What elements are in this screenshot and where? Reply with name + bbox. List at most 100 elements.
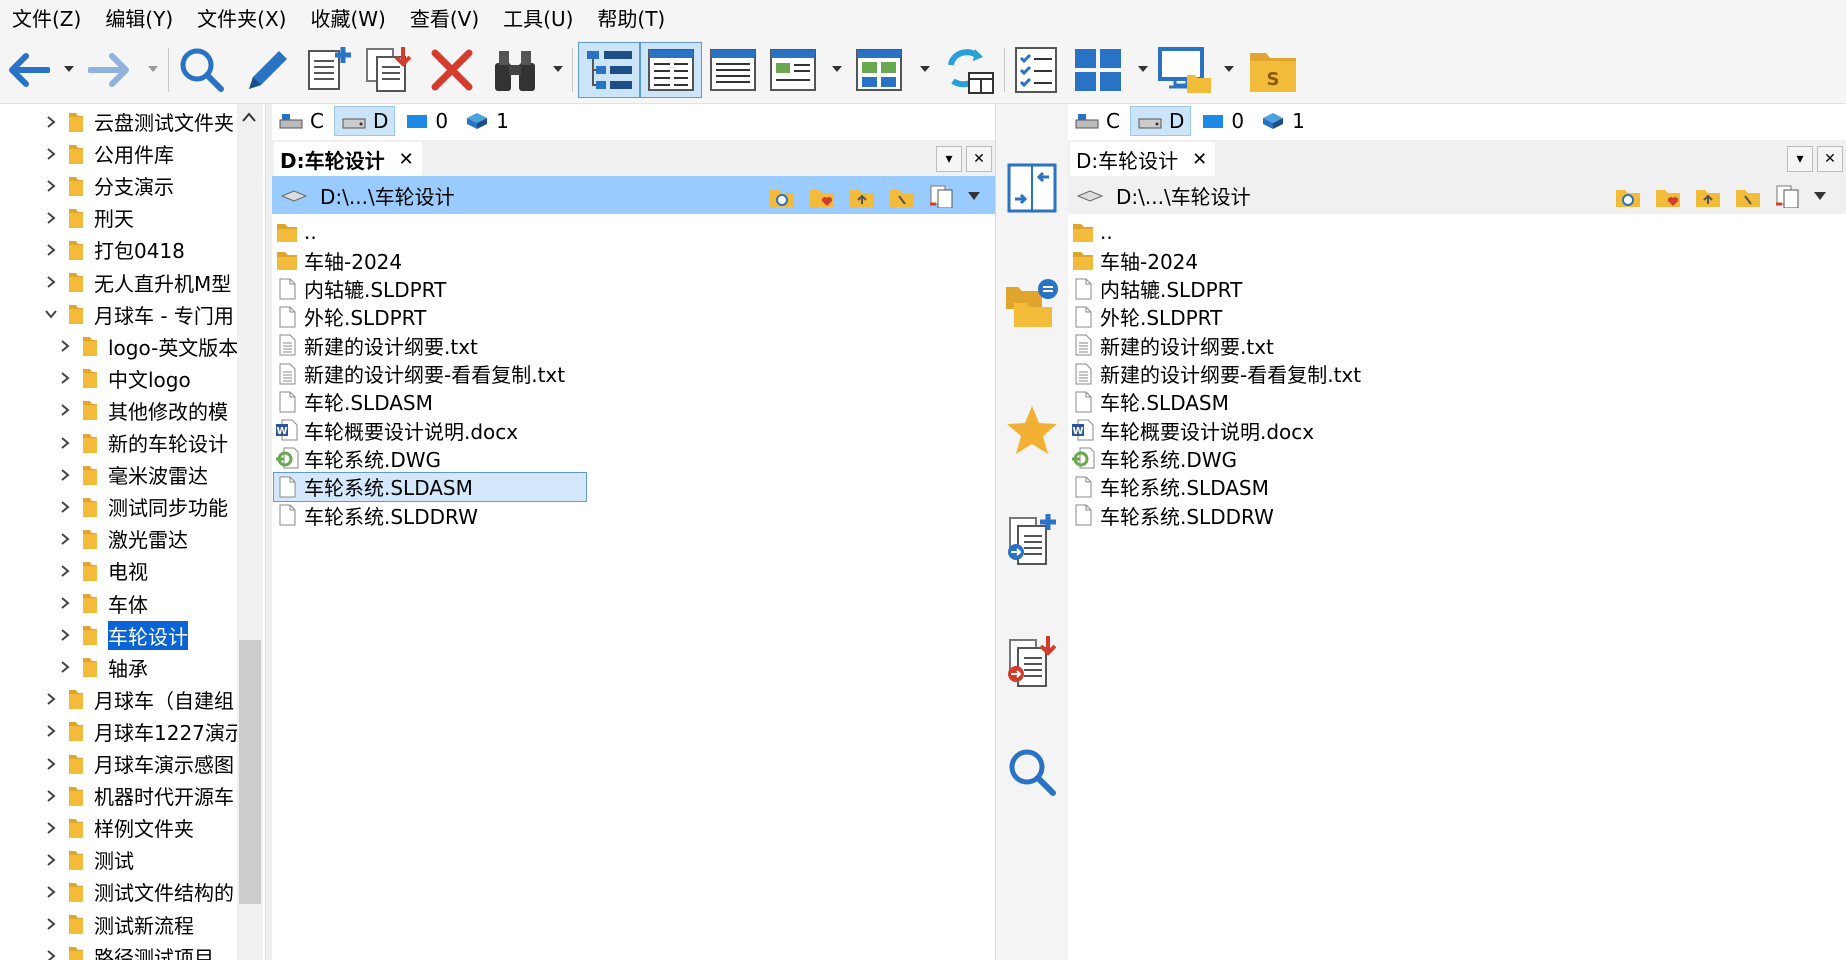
file-row[interactable]: 车轴-2024 <box>1070 246 1198 274</box>
tree-item[interactable]: 测试 <box>44 844 134 875</box>
tab-list-button[interactable]: ▾ <box>936 146 962 172</box>
view-dropdown[interactable] <box>830 62 844 76</box>
back-button[interactable] <box>2 42 52 98</box>
chevron-right-icon[interactable] <box>44 789 58 802</box>
chevron-right-icon[interactable] <box>58 629 72 641</box>
file-row[interactable]: 新建的设计纲要.txt <box>274 331 478 359</box>
chevron-right-icon[interactable] <box>58 468 72 481</box>
find-dropdown[interactable] <box>551 62 565 76</box>
tree-item[interactable]: 中文logo <box>58 363 191 394</box>
tree-item[interactable]: 分支演示 <box>44 170 174 201</box>
chevron-right-icon[interactable] <box>44 886 58 898</box>
tree-item[interactable]: 刑天 <box>44 202 134 233</box>
tree-item[interactable]: 测试新流程 <box>44 909 194 940</box>
forward-button[interactable] <box>86 42 136 98</box>
file-row[interactable]: 外轮.SLDPRT <box>1070 303 1222 331</box>
file-row[interactable]: 内轱辘.SLDPRT <box>1070 275 1242 303</box>
parent-folder-button[interactable] <box>1688 184 1728 208</box>
tree-item[interactable]: 云盘测试文件夹 <box>44 106 234 137</box>
view-details-button[interactable] <box>640 42 702 98</box>
drive-1-button[interactable]: 1 <box>458 106 515 136</box>
chevron-right-icon[interactable] <box>44 725 58 738</box>
chevron-right-icon[interactable] <box>44 115 58 128</box>
tree-item[interactable]: 毫米波雷达 <box>58 459 208 490</box>
history-folder-button[interactable] <box>1608 184 1648 208</box>
move-to-other-pane-button[interactable] <box>1004 634 1060 690</box>
chevron-right-icon[interactable] <box>58 597 72 609</box>
menu-favorites[interactable]: 收藏(W) <box>298 0 397 38</box>
delete-button[interactable] <box>426 42 478 98</box>
chevron-right-icon[interactable] <box>44 854 58 866</box>
chevron-right-icon[interactable] <box>58 565 72 577</box>
monitor-dropdown[interactable] <box>1222 62 1236 76</box>
tree-item[interactable]: 月球车演示感图 <box>44 748 234 779</box>
chevron-right-icon[interactable] <box>58 500 72 513</box>
tab-current-folder[interactable]: D:车轮设计 ✕ <box>274 142 422 176</box>
chevron-right-icon[interactable] <box>44 179 58 192</box>
file-row[interactable]: 车轮系统.SLDDRW <box>1070 501 1274 529</box>
scrollbar-thumb[interactable] <box>239 640 261 904</box>
favorite-folder-button[interactable] <box>802 184 842 208</box>
file-row[interactable]: 外轮.SLDPRT <box>274 303 426 331</box>
file-row[interactable]: 车轮系统.SLDDRW <box>274 501 478 529</box>
monitor-folder-button[interactable] <box>1156 42 1214 98</box>
tree-item[interactable]: 无人直升机M型 <box>44 267 231 298</box>
chevron-right-icon[interactable] <box>58 661 72 673</box>
history-folder-button[interactable] <box>762 184 802 208</box>
tree-item[interactable]: 月球车（自建组 <box>44 684 234 715</box>
chevron-right-icon[interactable] <box>58 372 72 385</box>
drive-1-button[interactable]: 1 <box>1254 106 1311 136</box>
chevron-right-icon[interactable] <box>58 436 72 449</box>
menu-tools[interactable]: 工具(U) <box>491 0 585 38</box>
chevron-right-icon[interactable] <box>58 340 72 352</box>
drive-0-button[interactable]: 0 <box>1195 106 1250 136</box>
tree-item[interactable]: 新的车轮设计 <box>58 427 228 458</box>
search-button[interactable] <box>176 42 228 98</box>
file-row[interactable]: 内轱辘.SLDPRT <box>274 275 446 303</box>
favorites-button[interactable] <box>1004 402 1060 458</box>
new-file-button[interactable] <box>302 42 354 98</box>
tree-item[interactable]: 路径测试项目 <box>44 941 214 960</box>
file-row[interactable]: 车轮系统.DWG <box>274 444 441 472</box>
chevron-right-icon[interactable] <box>44 693 58 706</box>
view-thumbnails-button[interactable] <box>766 42 820 98</box>
tree-scrollbar[interactable] <box>237 104 263 960</box>
gallery-dropdown[interactable] <box>918 62 932 76</box>
close-tab-icon[interactable]: ✕ <box>1192 149 1207 170</box>
root-folder-button[interactable] <box>1728 184 1768 208</box>
drive-d-button[interactable]: D <box>1129 106 1192 136</box>
path-dropdown[interactable] <box>962 192 986 200</box>
copy-path-button[interactable] <box>922 184 962 208</box>
file-row[interactable]: 新建的设计纲要.txt <box>1070 331 1274 359</box>
file-row[interactable]: 车轮.SLDASM <box>1070 388 1229 416</box>
find-files-button[interactable] <box>1004 744 1060 800</box>
drive-d-button[interactable]: D <box>333 106 396 136</box>
tree-item[interactable]: 轴承 <box>58 652 148 683</box>
menu-help[interactable]: 帮助(T) <box>585 0 677 38</box>
chevron-right-icon[interactable] <box>44 276 58 288</box>
file-row[interactable]: .. <box>274 218 317 246</box>
tree-item[interactable]: 月球车1227演示 <box>44 716 245 747</box>
chevron-right-icon[interactable] <box>44 918 58 930</box>
menu-edit[interactable]: 编辑(Y) <box>93 0 185 38</box>
file-row[interactable]: 新建的设计纲要-看看复制.txt <box>1070 360 1361 388</box>
file-row[interactable]: 车轮系统.SLDASM <box>1070 473 1269 501</box>
view-list-button[interactable] <box>706 42 760 98</box>
view-tree-button[interactable] <box>578 42 640 98</box>
chevron-right-icon[interactable] <box>44 757 58 770</box>
compare-folders-button[interactable] <box>1004 276 1060 332</box>
tree-item[interactable]: 月球车 - 专门用 <box>44 299 234 330</box>
tab-list-button[interactable]: ▾ <box>1787 146 1813 172</box>
chevron-right-icon[interactable] <box>44 212 58 224</box>
layout-dropdown[interactable] <box>1136 62 1150 76</box>
back-dropdown[interactable] <box>62 62 76 76</box>
file-row[interactable]: 车轮.SLDASM <box>274 388 433 416</box>
chevron-right-icon[interactable] <box>58 533 72 545</box>
tree-item[interactable]: 激光雷达 <box>58 523 188 554</box>
find-button[interactable] <box>488 42 544 98</box>
view-gallery-button[interactable] <box>852 42 906 98</box>
checklist-button[interactable] <box>1010 42 1064 98</box>
swap-panes-button[interactable] <box>1004 160 1060 216</box>
menu-folder[interactable]: 文件夹(X) <box>185 0 298 38</box>
tree-item[interactable]: 测试同步功能 <box>58 491 228 522</box>
